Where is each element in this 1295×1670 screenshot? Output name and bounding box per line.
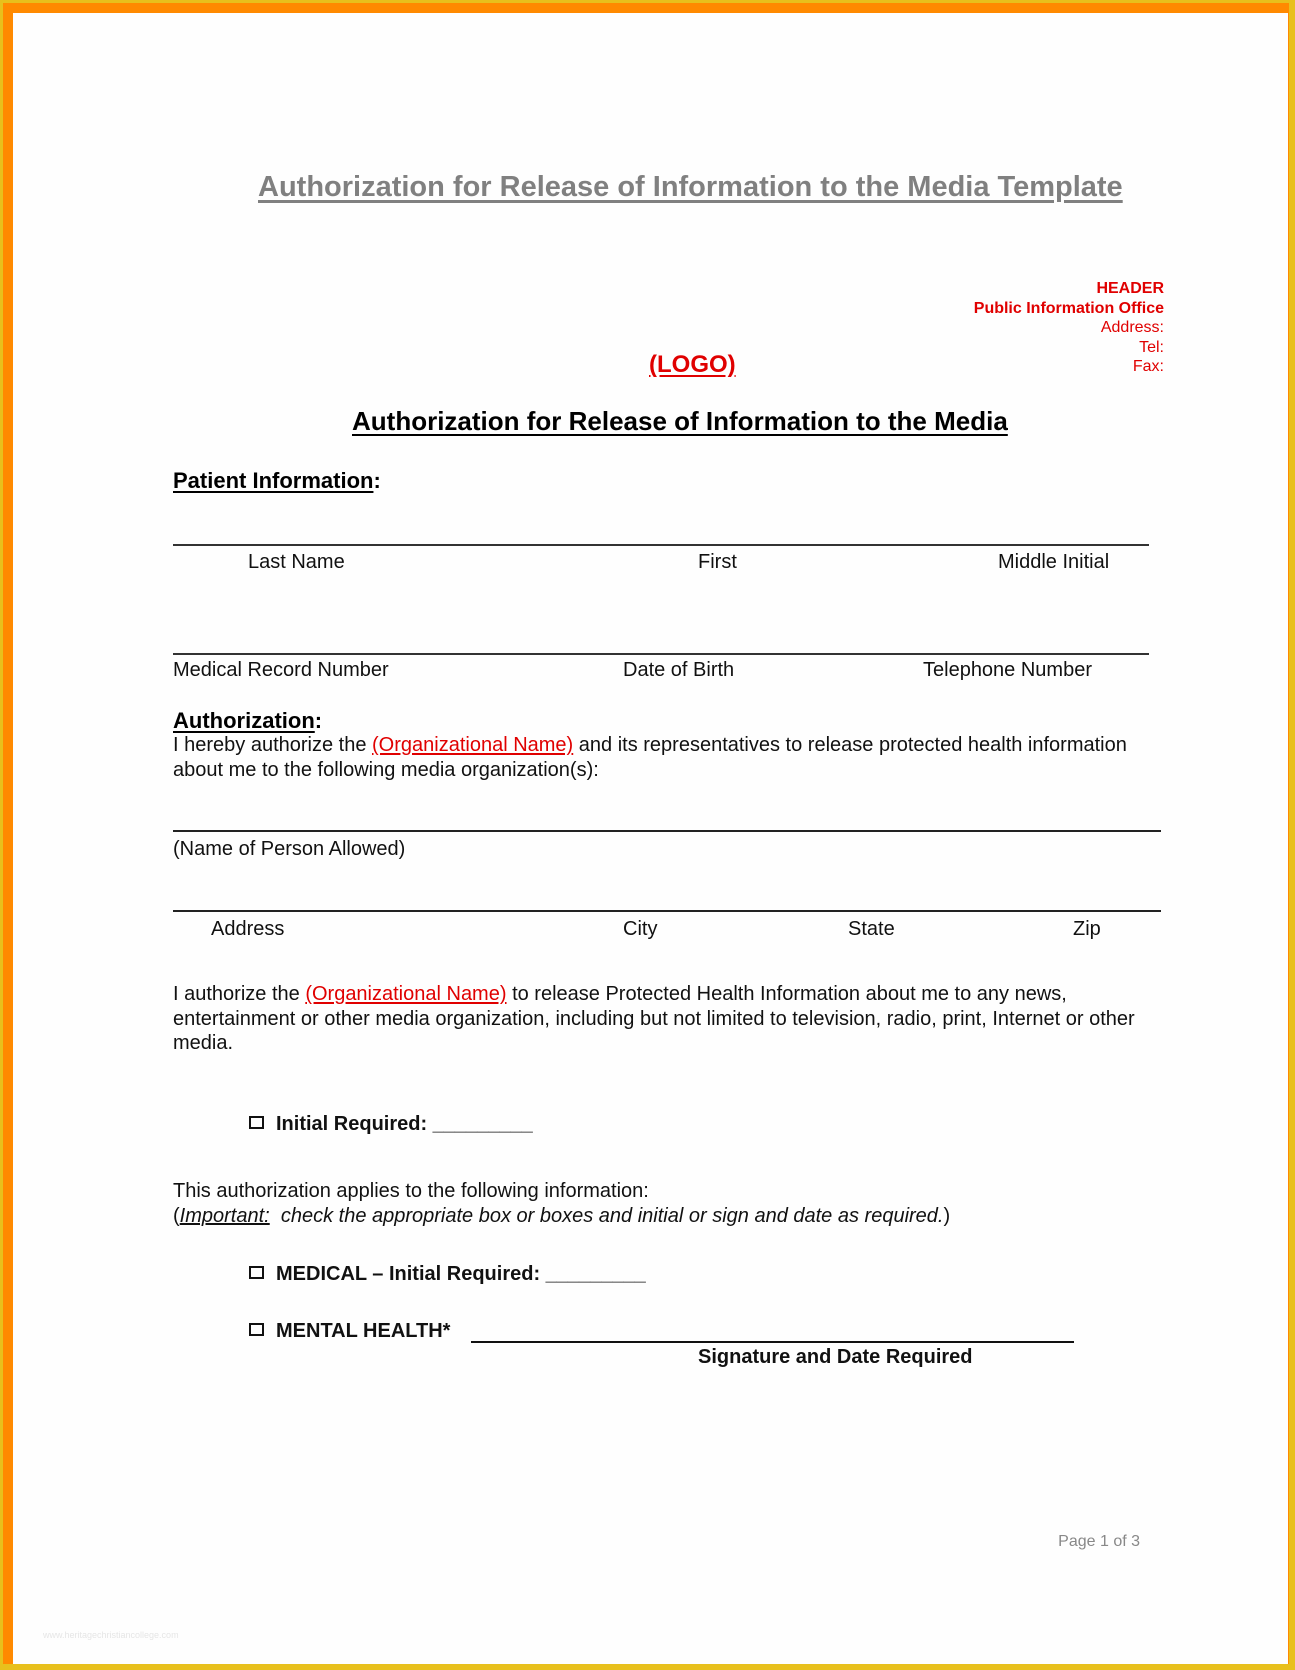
organizational-name-placeholder: (Organizational Name) (372, 734, 574, 756)
form-title: Authorization for Release of Information… (352, 406, 1008, 436)
record-info-line[interactable] (173, 653, 1149, 655)
document-page: Authorization for Release of Information… (13, 13, 1288, 1664)
name-signature-line[interactable] (173, 544, 1149, 546)
watermark: www.heritagechristiancollege.com (43, 1630, 179, 1640)
para1-start: I hereby authorize the (173, 734, 373, 756)
patient-info-heading-text: Patient Information (173, 468, 374, 493)
last-name-label: Last Name (248, 551, 345, 573)
header-block: HEADER Public Information Office Address… (974, 279, 1164, 377)
header-tel: Tel: (1139, 338, 1164, 356)
header-office: Public Information Office (973, 299, 1164, 317)
authorization-heading-text: Authorization (173, 708, 315, 733)
mental-health-signature-line[interactable] (471, 1341, 1074, 1343)
initial-required-label: Initial Required: _________ (276, 1113, 533, 1135)
heading-colon: : (314, 708, 323, 733)
middle-initial-label: Middle Initial (998, 551, 1110, 573)
paren-close: ) (943, 1204, 951, 1227)
para2-start: I authorize the (173, 983, 306, 1005)
signature-date-label: Signature and Date Required (698, 1346, 973, 1368)
initial-required-row: Initial Required: _________ (249, 1113, 533, 1136)
person-allowed-label: (Name of Person Allowed) (173, 838, 406, 860)
mental-health-checkbox[interactable] (249, 1323, 264, 1336)
medical-checkbox[interactable] (249, 1266, 264, 1279)
page-frame: Authorization for Release of Information… (3, 3, 1289, 1664)
authorization-paragraph-2: I authorize the (Organizational Name) to… (173, 982, 1193, 1056)
medical-record-label: Medical Record Number (173, 659, 389, 681)
city-label: City (623, 918, 658, 940)
first-name-label: First (698, 551, 737, 573)
applies-paragraph: This authorization applies to the follow… (173, 1179, 1193, 1228)
heading-colon: : (373, 468, 381, 493)
medical-row: MEDICAL – Initial Required: _________ (249, 1263, 646, 1286)
organizational-name-placeholder: (Organizational Name) (305, 983, 507, 1005)
date-of-birth-label: Date of Birth (623, 659, 735, 681)
person-allowed-line[interactable] (173, 830, 1161, 832)
important-note: (Important: check the appropriate box or… (173, 1204, 1193, 1229)
page-number: Page 1 of 3 (1058, 1533, 1140, 1550)
telephone-label: Telephone Number (923, 659, 1092, 681)
applies-text: This authorization applies to the follow… (173, 1180, 649, 1202)
patient-info-heading: Patient Information: (173, 468, 381, 494)
state-label: State (848, 918, 895, 940)
header-fax: Fax: (1132, 358, 1164, 375)
authorization-paragraph-1: I hereby authorize the (Organizational N… (173, 733, 1173, 782)
authorization-heading: Authorization: (173, 708, 322, 734)
paren-open: ( (173, 1204, 180, 1227)
address-line[interactable] (173, 910, 1161, 912)
mental-health-row: MENTAL HEALTH* (249, 1320, 450, 1343)
important-text: check the appropriate box or boxes and i… (269, 1204, 944, 1227)
logo-placeholder: (LOGO) (649, 351, 736, 378)
address-label: Address (211, 918, 285, 940)
header-address: Address: (1100, 319, 1164, 336)
initial-required-checkbox[interactable] (249, 1116, 264, 1129)
important-label: Important: (179, 1204, 270, 1227)
header-label: HEADER (1096, 280, 1164, 297)
mental-health-label: MENTAL HEALTH* (276, 1320, 451, 1342)
document-top-title: Authorization for Release of Information… (258, 171, 1123, 203)
medical-label: MEDICAL – Initial Required: _________ (276, 1263, 646, 1285)
zip-label: Zip (1073, 918, 1101, 940)
